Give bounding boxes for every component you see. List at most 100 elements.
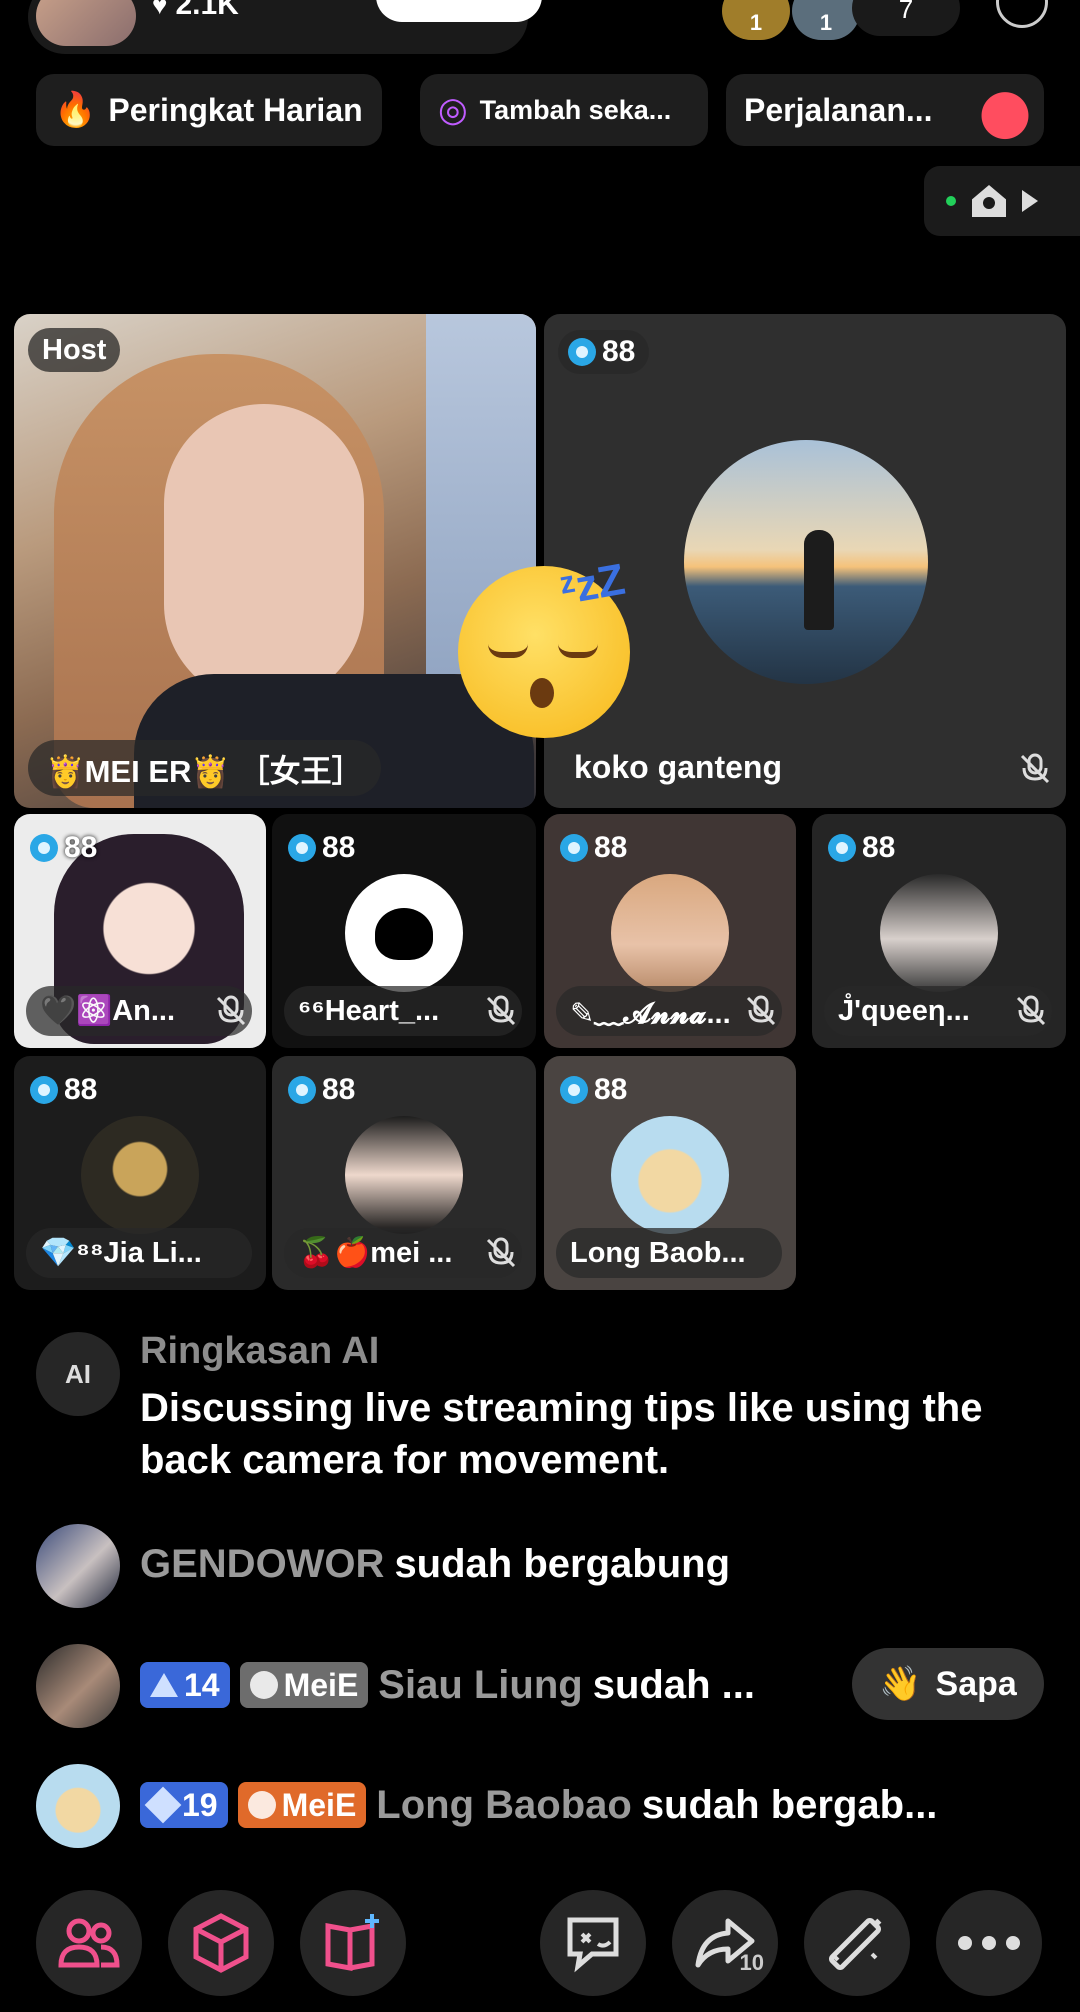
- guest-tile[interactable]: 88 Long Baob...: [544, 1056, 796, 1290]
- user-avatar[interactable]: [36, 1524, 120, 1608]
- emoji-mouth: [530, 678, 554, 708]
- chat-text: sudah bergabung: [394, 1542, 731, 1586]
- user-avatar[interactable]: [36, 1764, 120, 1848]
- sapa-button[interactable]: 👋 Sapa: [852, 1648, 1044, 1720]
- gem-icon: [568, 338, 596, 366]
- mic-muted-icon: [1020, 753, 1050, 784]
- follow-button[interactable]: 76: [376, 0, 542, 22]
- follow-count: 76: [487, 0, 520, 5]
- chip-label: Perjalanan...: [744, 91, 933, 128]
- daily-ranking-chip[interactable]: 🔥 Peringkat Harian: [36, 74, 382, 146]
- user-avatar[interactable]: [36, 1644, 120, 1728]
- user-level-badge: 14: [140, 1662, 230, 1708]
- guest-tile[interactable]: 88 ✎﹏𝓐𝓷𝓷𝓪...: [544, 814, 796, 1048]
- collection-button[interactable]: [300, 1890, 406, 1996]
- level-badge: 88: [26, 828, 111, 868]
- live-dot-icon: [946, 196, 956, 206]
- guest-avatar[interactable]: [880, 874, 998, 992]
- gem-icon: [560, 834, 588, 862]
- gem-icon: [30, 1076, 58, 1104]
- guest-avatar[interactable]: [684, 440, 928, 684]
- guest-tile[interactable]: 88 🍒🍎mei ...: [272, 1056, 536, 1290]
- share-button[interactable]: 10: [672, 1890, 778, 1996]
- mic-muted-icon: [216, 995, 246, 1026]
- diamond-gem-icon: [144, 1786, 182, 1824]
- effects-button[interactable]: [804, 1890, 910, 1996]
- rank-badge-gold[interactable]: 1: [722, 0, 790, 40]
- book-plus-icon: [325, 1914, 379, 1971]
- guest-name-label: koko ganteng: [574, 749, 783, 785]
- user-level-badge: 19: [140, 1782, 228, 1828]
- guest-avatar[interactable]: [611, 1116, 729, 1234]
- sapa-label: Sapa: [935, 1664, 1017, 1703]
- chat-input-button[interactable]: [540, 1890, 646, 1996]
- gift-box-button[interactable]: [168, 1890, 274, 1996]
- ai-summary-title: Ringkasan AI: [140, 1330, 380, 1372]
- chat-username[interactable]: GENDOWOR: [140, 1542, 384, 1587]
- chat-text: sudah bergab...: [641, 1782, 938, 1827]
- level-badge: 88: [26, 1070, 111, 1110]
- guest-avatar[interactable]: [81, 1116, 199, 1234]
- heart-badge-icon: [249, 1671, 278, 1699]
- guest-tile[interactable]: 88 ⁶⁶Heart_...: [272, 814, 536, 1048]
- flame-icon: 🔥: [54, 91, 97, 129]
- close-icon[interactable]: [996, 0, 1048, 28]
- gem-icon: [288, 834, 316, 862]
- wave-hand-icon: 👋: [879, 1665, 922, 1703]
- heart-sticker-icon: [972, 76, 1038, 142]
- chat-message-text: GENDOWOR sudah bergabung: [140, 1542, 730, 1587]
- host-avatar[interactable]: [36, 0, 136, 46]
- add-goal-chip[interactable]: ◎ Tambah seka...: [420, 74, 708, 146]
- heart-icon: ♥: [152, 0, 168, 20]
- guest-avatar[interactable]: [611, 874, 729, 992]
- chip-label: Peringkat Harian: [108, 91, 363, 128]
- chat-message[interactable]: GENDOWOR sudah bergabung: [36, 1524, 1046, 1608]
- chat-message-text: 14 MeiE Siau Liung sudah ...: [140, 1662, 755, 1708]
- guests-icon: [58, 1918, 120, 1968]
- emoji-eye: [558, 644, 598, 658]
- more-icon: [958, 1936, 1020, 1950]
- triangle-gem-icon: [150, 1673, 178, 1697]
- host-badge: Host: [28, 328, 121, 372]
- top-gifter-badges[interactable]: 1 1: [722, 0, 860, 40]
- mic-muted-icon: [746, 995, 776, 1026]
- fan-club-badge: MeiE: [237, 1782, 367, 1828]
- target-icon: ◎: [438, 91, 468, 129]
- guest-tile[interactable]: 88 🖤⚛️An...: [14, 814, 266, 1048]
- magic-wand-icon: [828, 1917, 882, 1971]
- level-badge: 88: [284, 828, 369, 868]
- host-video-face: [164, 404, 364, 704]
- ai-summary-text: Discussing live streaming tips like usin…: [140, 1386, 983, 1482]
- guest-avatar[interactable]: [345, 1116, 463, 1234]
- host-video-tile[interactable]: Host 👸MEI ER👸 ［女王］: [14, 314, 536, 808]
- level-badge: 88: [556, 1070, 641, 1110]
- host-info-pill[interactable]: ♥ 2.1K 76: [28, 0, 542, 54]
- gem-icon: [560, 1076, 588, 1104]
- guest-tile[interactable]: 88 J̊'qυeeη...: [812, 814, 1066, 1048]
- gem-icon: [30, 834, 58, 862]
- room-mode-pill[interactable]: [924, 166, 1080, 236]
- mic-muted-icon: [486, 1237, 516, 1268]
- chat-message[interactable]: 19 MeiE Long Baobao sudah bergab...: [36, 1764, 1046, 1848]
- guest-tile[interactable]: 88 💎⁸⁸Jia Li...: [14, 1056, 266, 1290]
- journey-chip[interactable]: Perjalanan...: [726, 74, 1044, 146]
- chat-username[interactable]: Siau Liung: [378, 1663, 582, 1708]
- heart-badge-icon: [247, 1791, 276, 1819]
- chat-username[interactable]: Long Baobao: [376, 1783, 632, 1828]
- cube-icon: [193, 1913, 249, 1973]
- level-badge: 88: [556, 828, 641, 868]
- guest-tile-koko[interactable]: 88 koko ganteng: [544, 314, 1066, 808]
- gem-icon: [288, 1076, 316, 1104]
- viewer-count[interactable]: 7: [852, 0, 960, 36]
- level-badge: 88: [824, 828, 909, 868]
- guests-button[interactable]: [36, 1890, 142, 1996]
- guest-name-label: Long Baob...: [556, 1228, 782, 1278]
- chat-message-text: 19 MeiE Long Baobao sudah bergab...: [140, 1782, 937, 1828]
- host-name-label[interactable]: 👸MEI ER👸 ［女王］: [28, 740, 381, 796]
- level-badge: 88: [558, 330, 650, 374]
- play-icon: [1022, 190, 1038, 212]
- chat-bubble-icon: [567, 1917, 619, 1973]
- more-button[interactable]: [936, 1890, 1042, 1996]
- rank-badge-silver[interactable]: 1: [792, 0, 860, 40]
- guest-avatar[interactable]: [345, 874, 463, 992]
